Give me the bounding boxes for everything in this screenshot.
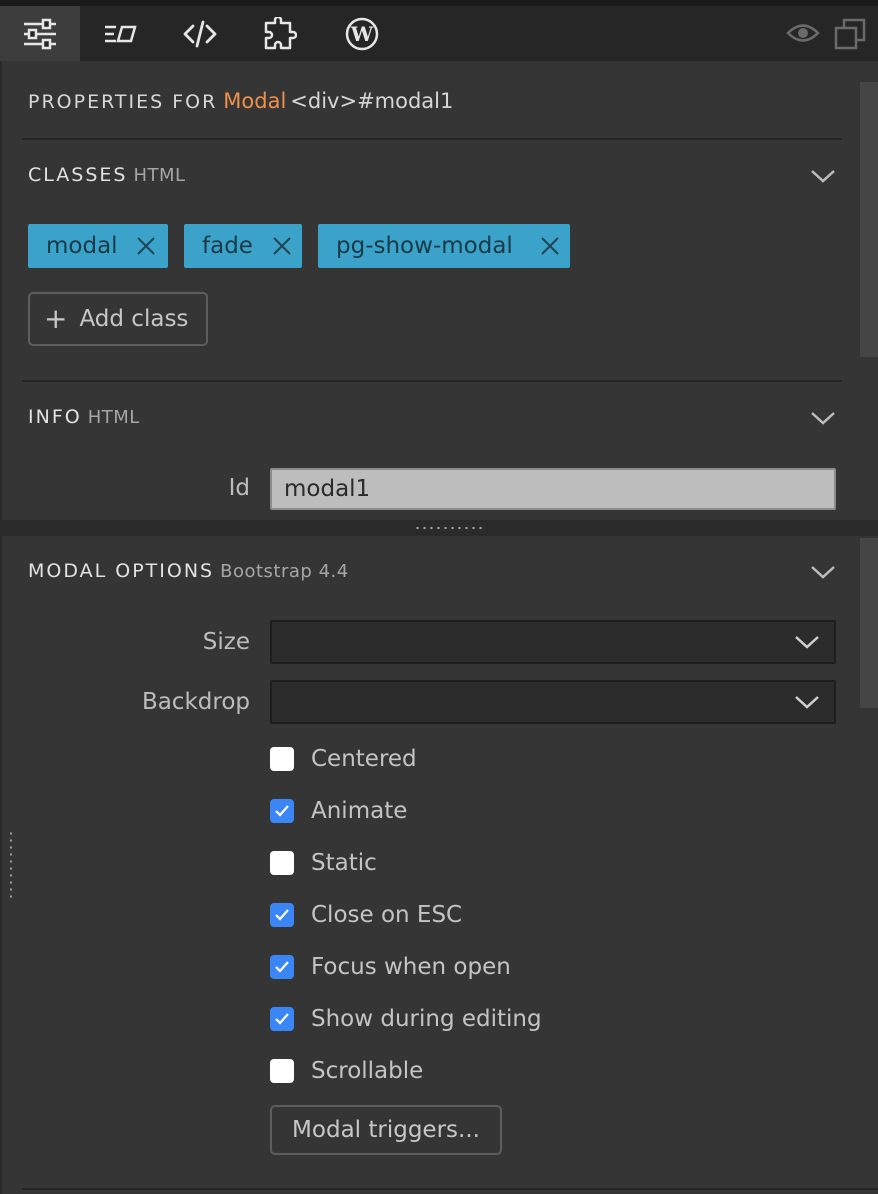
modal-triggers-button[interactable]: Modal triggers... [270,1105,502,1155]
wordpress-icon: W [345,17,379,50]
checkbox-box[interactable] [270,955,294,979]
tab-properties[interactable] [0,6,80,61]
close-icon[interactable] [272,236,292,256]
panel-toolbar: W [0,0,878,61]
modal-options-section-title: MODAL OPTIONS Bootstrap 4.4 [28,560,349,582]
class-chip-label: modal [46,233,118,259]
classes-icon [105,25,137,42]
checkbox-box[interactable] [270,1059,294,1083]
close-icon[interactable] [136,236,156,256]
sliders-icon [24,18,56,49]
checkbox-box[interactable] [270,903,294,927]
checkbox-centered[interactable]: Centered [270,744,417,774]
classes-title: CLASSES [28,164,128,186]
id-input[interactable]: modal1 [270,468,836,510]
lower-scrollbar[interactable] [860,538,878,708]
tab-code[interactable] [160,6,240,61]
panel-resize-grip[interactable] [9,830,13,900]
puzzle-icon [264,16,297,49]
checkbox-label: Static [311,850,377,876]
size-select[interactable] [270,620,836,664]
panel-left-edge [0,61,2,1194]
info-title: INFO [28,406,82,428]
checkbox-label: Centered [311,746,417,772]
id-label: Id [228,475,250,501]
checkbox-box[interactable] [270,1007,294,1031]
checkbox-box[interactable] [270,851,294,875]
close-icon[interactable] [540,236,560,256]
checkbox-scrollable[interactable]: Scrollable [270,1056,423,1086]
class-chip-pg-show-modal[interactable]: pg-show-modal [318,224,570,268]
code-icon [183,20,217,47]
modal-options-subtitle: Bootstrap 4.4 [220,561,349,582]
classes-section-title: CLASSES HTML [28,164,186,186]
classes-subtitle: HTML [133,165,186,186]
checkbox-static[interactable]: Static [270,848,377,878]
checkbox-box[interactable] [270,799,294,823]
chevron-down-icon[interactable] [810,564,836,580]
chevron-down-icon[interactable] [810,410,836,426]
checkbox-animate[interactable]: Animate [270,796,407,826]
checkbox-close-on-esc[interactable]: Close on ESC [270,900,462,930]
eye-icon[interactable] [786,22,820,44]
backdrop-label: Backdrop [141,689,250,715]
checkmark-icon [275,961,289,973]
checkbox-label: Close on ESC [311,902,463,928]
divider [22,1188,878,1190]
add-class-button[interactable]: + Add class [28,292,208,346]
element-tag: <div>#modal1 [290,89,454,113]
info-subtitle: HTML [87,407,140,428]
checkbox-label: Animate [311,798,408,824]
checkbox-show-during-editing[interactable]: Show during editing [270,1004,542,1034]
divider [22,380,842,382]
duplicate-icon[interactable] [834,18,866,50]
backdrop-select[interactable] [270,680,836,724]
chevron-down-icon[interactable] [810,168,836,184]
class-chip-label: pg-show-modal [336,233,513,259]
chevron-down-icon [795,636,819,649]
checkmark-icon [275,805,289,817]
modal-options-title: MODAL OPTIONS [28,560,215,582]
svg-text:W: W [350,22,374,46]
upper-scrollbar[interactable] [860,82,878,357]
properties-heading: PROPERTIES FOR Modal <div>#modal1 [28,89,453,113]
tab-components[interactable] [240,6,320,61]
checkbox-label: Show during editing [311,1006,542,1032]
properties-prefix: PROPERTIES FOR [28,91,218,113]
class-chip-modal[interactable]: modal [28,224,168,268]
element-name: Modal [223,89,287,113]
class-chip-label: fade [202,233,253,259]
checkbox-label: Scrollable [311,1058,424,1084]
class-chip-fade[interactable]: fade [184,224,302,268]
tab-wordpress[interactable]: W [322,6,402,61]
checkmark-icon [275,1013,289,1025]
add-class-label: Add class [79,306,189,332]
checkbox-label: Focus when open [311,954,511,980]
chevron-down-icon [795,696,819,709]
tab-classes[interactable] [80,6,160,61]
info-section-title: INFO HTML [28,406,140,428]
checkbox-focus-when-open[interactable]: Focus when open [270,952,511,982]
size-label: Size [202,629,250,655]
splitter-grip [414,526,484,530]
plus-icon: + [44,302,68,335]
divider [22,138,842,140]
checkmark-icon [275,909,289,921]
panel-splitter[interactable] [0,520,878,536]
checkbox-box[interactable] [270,747,294,771]
